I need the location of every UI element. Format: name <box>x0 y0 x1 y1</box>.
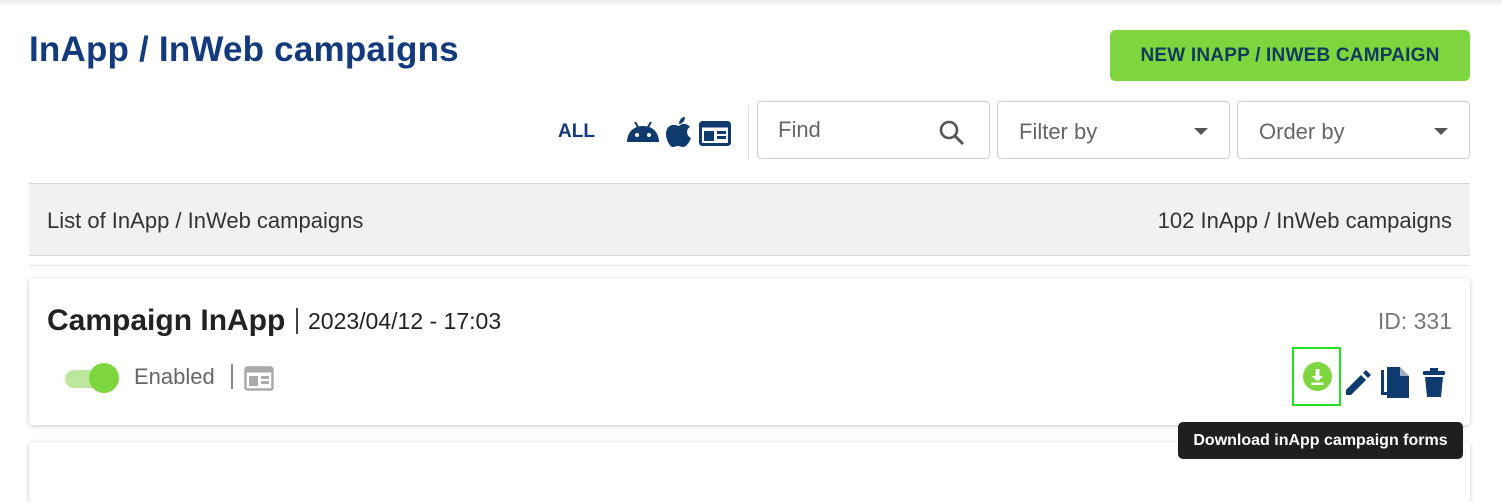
page-title: InApp / InWeb campaigns <box>29 30 459 69</box>
campaign-date: 2023/04/12 - 17:03 <box>308 308 502 334</box>
toggle-knob <box>89 363 119 393</box>
enabled-toggle[interactable] <box>65 363 119 393</box>
download-icon <box>1303 362 1332 391</box>
chevron-down-icon <box>1194 128 1208 135</box>
apple-icon[interactable] <box>666 117 692 148</box>
top-shadow <box>0 0 1502 6</box>
android-icon[interactable] <box>626 120 660 144</box>
search-icon[interactable] <box>938 119 966 147</box>
search-box[interactable] <box>757 101 990 159</box>
separator <box>231 364 233 389</box>
order-by-label: Order by <box>1259 119 1345 144</box>
copy-icon[interactable] <box>1380 366 1412 399</box>
platform-filter-all[interactable]: ALL <box>558 121 595 143</box>
separator <box>296 308 298 334</box>
search-input[interactable] <box>778 116 928 144</box>
new-campaign-button[interactable]: NEW INAPP / INWEB CAMPAIGN <box>1110 30 1470 81</box>
campaign-id: ID: 331 <box>1377 308 1452 334</box>
trash-icon[interactable] <box>1422 368 1446 397</box>
chevron-down-icon <box>1434 128 1448 135</box>
edit-pencil-icon[interactable] <box>1344 369 1372 397</box>
web-window-icon <box>244 366 274 391</box>
web-window-icon[interactable] <box>699 121 731 146</box>
toolbar-divider <box>748 105 749 160</box>
list-title: List of InApp / InWeb campaigns <box>47 208 364 233</box>
filter-by-select[interactable]: Filter by <box>997 101 1230 159</box>
campaign-count: 102 InApp / InWeb campaigns <box>1157 208 1452 233</box>
divider <box>29 265 1470 266</box>
filter-by-label: Filter by <box>1019 119 1098 144</box>
download-button[interactable] <box>1292 347 1341 406</box>
status-label: Enabled <box>134 364 215 389</box>
campaign-card: Campaign InApp 2023/04/12 - 17:03 ID: 33… <box>29 278 1470 425</box>
order-by-select[interactable]: Order by <box>1237 101 1470 159</box>
download-tooltip: Download inApp campaign forms <box>1178 422 1463 459</box>
campaign-name[interactable]: Campaign InApp <box>47 304 285 338</box>
list-header: List of InApp / InWeb campaigns 102 InAp… <box>29 183 1470 256</box>
